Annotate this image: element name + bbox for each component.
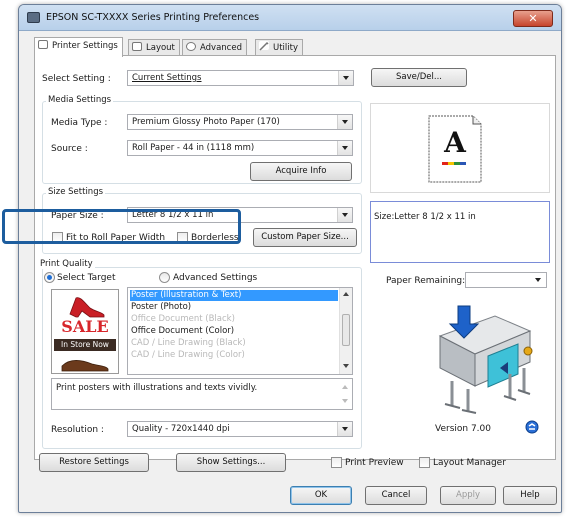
scroll-down-icon xyxy=(342,399,348,403)
media-type-label: Media Type : xyxy=(51,118,108,128)
chevron-down-icon xyxy=(531,273,546,287)
size-info-box: Size:Letter 8 1/2 x 11 in xyxy=(370,201,550,263)
restore-settings-button[interactable]: Restore Settings xyxy=(39,453,149,472)
layout-manager-checkbox[interactable] xyxy=(419,457,430,468)
select-target-radio[interactable] xyxy=(44,272,55,283)
select-setting-value: Current Settings xyxy=(132,73,202,83)
tab-advanced[interactable]: Advanced xyxy=(182,39,247,56)
advanced-settings-label[interactable]: Advanced Settings xyxy=(173,273,257,283)
tab-printer-settings[interactable]: Printer Settings xyxy=(34,37,123,57)
show-settings-button[interactable]: Show Settings... xyxy=(176,453,286,472)
tab-label: Utility xyxy=(273,43,299,53)
tab-label: Advanced xyxy=(200,43,242,53)
list-item: Office Document (Black) xyxy=(131,314,235,324)
source-combo[interactable]: Roll Paper - 44 in (1118 mm) xyxy=(127,140,353,156)
resolution-value: Quality - 720x1440 dpi xyxy=(132,424,230,434)
custom-paper-size-button[interactable]: Custom Paper Size... xyxy=(253,228,357,247)
description-box: Print posters with illustrations and tex… xyxy=(51,378,353,410)
ok-button[interactable]: OK xyxy=(290,486,352,505)
source-label: Source : xyxy=(51,144,88,154)
apply-button[interactable]: Apply xyxy=(440,486,496,505)
chevron-down-icon xyxy=(337,115,352,129)
listbox-scrollbar[interactable] xyxy=(339,288,352,374)
help-button[interactable]: Help xyxy=(503,486,557,505)
paper-preview-box: A xyxy=(370,103,550,193)
tab-label: Printer Settings xyxy=(52,41,118,51)
print-target-listbox[interactable]: Poster (Illustration & Text) Poster (Pho… xyxy=(127,287,353,375)
advanced-icon xyxy=(186,42,196,51)
printer-icon xyxy=(27,12,40,23)
list-item[interactable]: Poster (Illustration & Text) xyxy=(130,290,338,301)
save-del-button[interactable]: Save/Del... xyxy=(371,68,467,87)
high-heel-icon xyxy=(69,297,105,318)
preview-letter: A xyxy=(444,126,466,159)
print-preview-label[interactable]: Print Preview xyxy=(345,458,404,468)
shoe-icon xyxy=(61,360,109,372)
select-setting-label: Select Setting : xyxy=(42,74,111,84)
layout-manager-label[interactable]: Layout Manager xyxy=(433,458,506,468)
media-settings-title: Media Settings xyxy=(46,95,114,105)
acquire-info-button[interactable]: Acquire Info xyxy=(250,162,352,181)
target-preview-image: SALE In Store Now xyxy=(51,289,119,374)
print-preview-checkbox[interactable] xyxy=(331,457,342,468)
wrench-icon xyxy=(259,41,269,51)
highlight-frame xyxy=(2,209,241,244)
source-value: Roll Paper - 44 in (1118 mm) xyxy=(132,143,255,153)
close-button[interactable]: ✕ xyxy=(513,10,553,27)
collapse-arrow-icon[interactable] xyxy=(525,420,539,434)
preferences-window: EPSON SC-TXXXX Series Printing Preferenc… xyxy=(18,4,562,513)
list-item: CAD / Line Drawing (Black) xyxy=(131,338,246,348)
select-setting-combo[interactable]: Current Settings xyxy=(127,70,354,86)
paper-remaining-combo[interactable] xyxy=(465,272,547,288)
printer-illustration xyxy=(438,305,533,414)
list-item[interactable]: Office Document (Color) xyxy=(130,326,234,337)
chevron-down-icon xyxy=(338,71,353,85)
size-settings-title: Size Settings xyxy=(46,187,106,197)
advanced-settings-radio[interactable] xyxy=(159,272,170,283)
print-quality-title: Print Quality xyxy=(38,259,95,269)
resolution-label: Resolution : xyxy=(51,425,104,435)
printer-icon xyxy=(38,40,48,49)
tab-label: Layout xyxy=(146,43,175,53)
chevron-down-icon xyxy=(337,141,352,155)
chevron-down-icon xyxy=(337,208,352,222)
in-store-now-text: In Store Now xyxy=(54,339,116,351)
description-scrollbar xyxy=(339,379,352,409)
chevron-down-icon xyxy=(337,422,352,436)
printer-settings-panel: Select Setting : Current Settings Save/D… xyxy=(34,55,556,460)
select-target-label[interactable]: Select Target xyxy=(57,273,115,283)
sale-text: SALE xyxy=(61,317,109,336)
list-item[interactable]: Poster (Photo) xyxy=(130,302,191,313)
cancel-button[interactable]: Cancel xyxy=(365,486,427,505)
tab-layout[interactable]: Layout xyxy=(128,39,180,56)
version-label: Version 7.00 xyxy=(435,424,491,434)
scroll-down-icon[interactable] xyxy=(343,364,349,368)
title-bar: EPSON SC-TXXXX Series Printing Preferenc… xyxy=(19,5,561,31)
window-title: EPSON SC-TXXXX Series Printing Preferenc… xyxy=(46,12,260,23)
media-type-combo[interactable]: Premium Glossy Photo Paper (170) xyxy=(127,114,353,130)
tab-utility[interactable]: Utility xyxy=(255,39,304,56)
layout-icon xyxy=(132,42,142,51)
paper-remaining-label: Paper Remaining: xyxy=(386,276,466,286)
resolution-combo[interactable]: Quality - 720x1440 dpi xyxy=(127,421,353,437)
scroll-up-icon[interactable] xyxy=(343,292,349,296)
size-info-text: Size:Letter 8 1/2 x 11 in xyxy=(374,212,476,222)
description-text: Print posters with illustrations and tex… xyxy=(56,383,258,393)
scroll-up-icon xyxy=(342,385,348,389)
list-item: CAD / Line Drawing (Color) xyxy=(131,350,245,360)
scroll-thumb[interactable] xyxy=(342,314,350,346)
media-type-value: Premium Glossy Photo Paper (170) xyxy=(132,117,280,127)
